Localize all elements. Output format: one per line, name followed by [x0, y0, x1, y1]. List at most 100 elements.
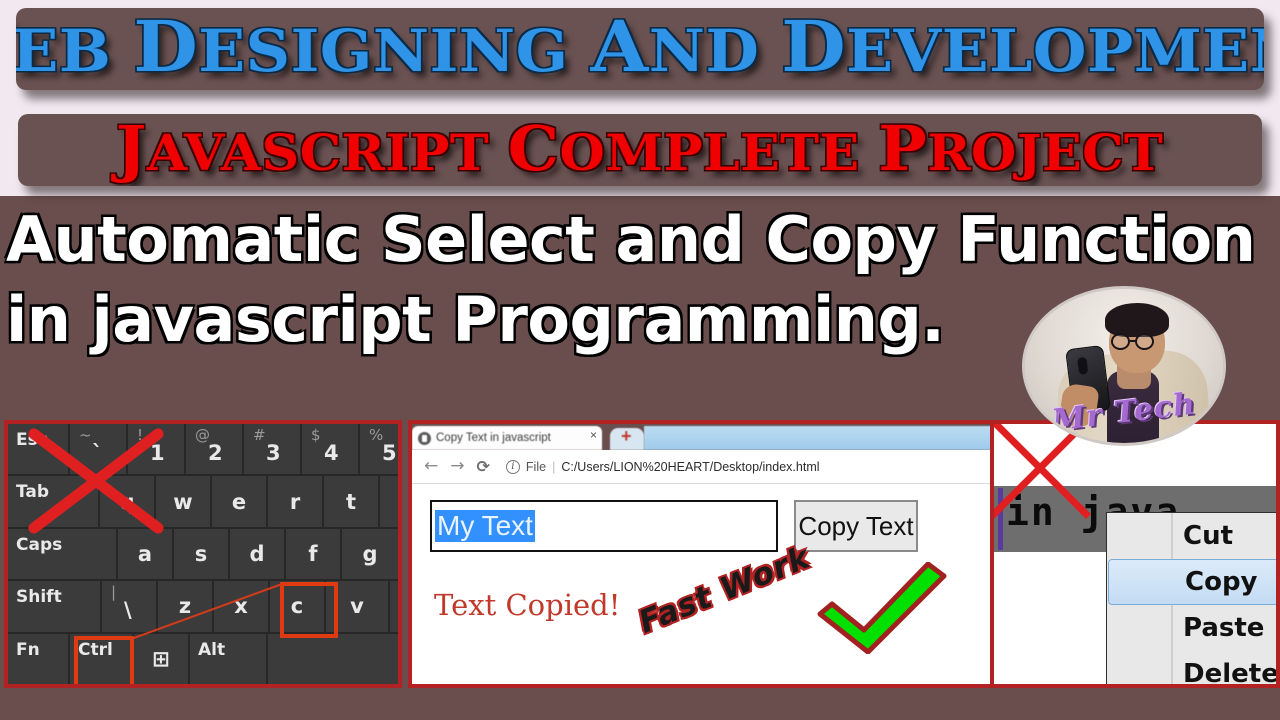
key-s: s — [174, 528, 230, 580]
avatar-photo: Mr Tech — [1025, 289, 1223, 443]
key-label: f — [308, 542, 318, 567]
omnibox-divider: | — [552, 459, 556, 474]
key-label: g — [362, 542, 378, 567]
back-icon[interactable]: ← — [424, 458, 438, 475]
avatar-glasses-bridge — [1130, 340, 1135, 343]
key-shift-label: # — [253, 426, 266, 444]
menu-item-paste[interactable]: Paste — [1107, 605, 1276, 651]
key-blank — [380, 476, 398, 527]
key-base-label: 4 — [324, 441, 339, 465]
key-label: Alt — [198, 639, 226, 660]
fast-work-annotation: Fast Work — [633, 539, 816, 641]
avatar-hair — [1105, 303, 1169, 337]
keyboard-row: Shift | \ z x c v — [8, 581, 398, 634]
menu-item-delete[interactable]: Delete — [1107, 651, 1276, 684]
right-click-menu[interactable]: Cut Copy Paste Delete — [1106, 512, 1276, 684]
key-: | \ — [102, 581, 158, 632]
browser-screenshot-panel: Copy Text in javascript × ← → ⟳ i File |… — [408, 420, 1010, 688]
key-caps: Caps — [8, 528, 118, 580]
key-blank — [268, 633, 398, 684]
avatar-glasses-right — [1135, 333, 1154, 350]
banner-title-line1: WEB DESIGNING AND DEVELOPMENT — [16, 8, 1264, 88]
key-d: d — [230, 528, 286, 580]
key-2: @2 — [186, 424, 244, 475]
browser-toolbar: ← → ⟳ i File | C:/Users/LION%20HEART/Des… — [412, 450, 1006, 484]
key-r: r — [268, 476, 324, 527]
green-check-icon — [817, 562, 947, 654]
copied-status-message: Text Copied! — [434, 588, 621, 622]
keyboard-row: Fn Ctrl ⊞ Alt — [8, 633, 398, 684]
key-label: z — [178, 594, 192, 619]
banner-title-line2: JAVASCRIPT COMPLETE PROJECT — [116, 114, 1164, 185]
tab-favicon-icon — [418, 431, 431, 445]
browser-tab[interactable]: Copy Text in javascript — [412, 426, 602, 450]
key-g: g — [342, 528, 398, 580]
keyboard-row: Caps a s d f g — [8, 528, 398, 582]
key-base-label: 2 — [208, 441, 223, 465]
new-tab-button[interactable] — [610, 426, 644, 450]
key-label: t — [345, 489, 357, 514]
key-a: a — [118, 528, 174, 580]
banner-javascript-project: JAVASCRIPT COMPLETE PROJECT — [18, 114, 1262, 186]
key-: ⊞ — [134, 633, 190, 684]
omnibox-scheme-label: File — [525, 459, 547, 474]
text-input[interactable]: My Text — [430, 500, 778, 552]
key-alt: Alt — [190, 633, 268, 684]
key-base-label: \ — [124, 598, 132, 623]
key-label: d — [249, 542, 265, 567]
key-label: Ctrl — [78, 639, 113, 660]
avatar-glasses-left — [1111, 333, 1130, 350]
key-base-label: 5 — [382, 441, 397, 465]
key-f: f — [286, 528, 342, 580]
address-bar[interactable]: i File | C:/Users/LION%20HEART/Desktop/i… — [505, 459, 994, 474]
key-label: w — [173, 489, 193, 514]
key-label: Shift — [16, 587, 62, 608]
key-z: z — [158, 581, 214, 632]
key-label: v — [350, 594, 364, 619]
copy-form-row: My Text Copy Text — [430, 500, 988, 552]
key-base-label: 3 — [266, 441, 281, 465]
key-fn: Fn — [8, 633, 70, 684]
key-label: x — [234, 594, 248, 619]
text-input-value: My Text — [435, 509, 535, 543]
tab-title: Copy Text in javascript — [436, 432, 551, 444]
key-label: ⊞ — [152, 646, 170, 671]
key-label: Fn — [16, 639, 40, 660]
menu-item-copy[interactable]: Copy — [1108, 559, 1276, 605]
avatar: Mr Tech — [1022, 286, 1226, 446]
key-label: r — [289, 489, 301, 514]
site-info-icon[interactable]: i — [505, 459, 520, 474]
phone-camera-icon — [1076, 355, 1090, 377]
browser-page-content: My Text Copy Text Text Copied! Fast Work — [412, 484, 1006, 684]
key-label: e — [231, 489, 247, 514]
key-label: a — [137, 542, 153, 567]
key-3: #3 — [244, 424, 302, 475]
red-cross-icon-keyboard — [28, 428, 164, 534]
key-v: v — [326, 581, 390, 632]
tab-close-icon[interactable]: × — [590, 429, 597, 441]
key-shift: Shift — [8, 581, 102, 632]
forward-icon[interactable]: → — [450, 458, 464, 475]
key-e: e — [212, 476, 268, 527]
key-label: c — [290, 594, 304, 619]
key-5: % 5 — [360, 424, 398, 475]
key-label: Caps — [16, 534, 63, 555]
key-shift-label: | — [111, 583, 117, 602]
key-x: x — [214, 581, 270, 632]
context-menu-panel: in java Cut Copy Paste Delete — [990, 420, 1280, 688]
key-4: $4 — [302, 424, 360, 475]
keyboard-image-panel: Esc~`!1@2#3$4%5TabqwertCapsasdfgShift|\z… — [4, 420, 402, 688]
browser-tab-strip: Copy Text in javascript × — [412, 424, 1006, 450]
menu-item-cut[interactable]: Cut — [1107, 513, 1276, 559]
key-ctrl: Ctrl — [70, 633, 134, 684]
reload-icon[interactable]: ⟳ — [477, 458, 490, 475]
banner-web-designing: WEB DESIGNING AND DEVELOPMENT — [16, 8, 1264, 90]
key-t: t — [324, 476, 380, 527]
omnibox-url: C:/Users/LION%20HEART/Desktop/index.html — [561, 459, 820, 474]
browser-titlebar-fill — [644, 426, 1006, 450]
copy-text-button[interactable]: Copy Text — [794, 500, 918, 552]
key-label: s — [194, 542, 208, 567]
thumbnail-canvas: WEB DESIGNING AND DEVELOPMENT JAVASCRIPT… — [0, 0, 1280, 720]
key-shift-label: $ — [311, 426, 321, 444]
headline-line-1: Automatic Select and Copy Function — [6, 203, 1256, 276]
